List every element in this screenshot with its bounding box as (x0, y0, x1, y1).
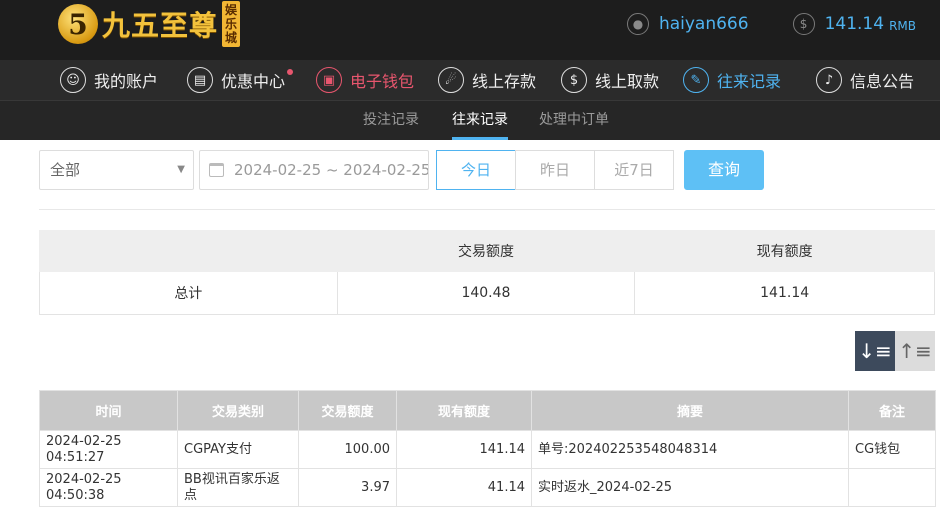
nav-label: 我的账户 (94, 72, 159, 91)
summary-header: 现有额度 (634, 230, 935, 272)
nav-label: 优惠中心 (221, 72, 286, 91)
chevron-down-icon: ▼ (177, 164, 185, 175)
summary-header (39, 230, 338, 272)
nav-announcements[interactable]: ♪ 信息公告 (816, 60, 914, 100)
tab-bet-records[interactable]: 投注记录 (363, 101, 419, 140)
type-select-value: 全部 (50, 161, 81, 179)
remark-cell (848, 468, 936, 507)
summary-text-cell: 实时返水_2024-02-25 (531, 468, 849, 507)
time-cell: 2024-02-25 04:51:27 (39, 430, 178, 469)
bell-icon: ♪ (816, 67, 842, 93)
withdraw-icon: $ (561, 67, 587, 93)
records-table: 时间 交易类别 交易额度 现有额度 摘要 备注 2024-02-25 04:51… (39, 390, 936, 507)
money-icon: $ (792, 13, 815, 35)
summary-cell: 141.14 (634, 271, 935, 315)
remark-cell: CG钱包 (848, 430, 936, 469)
nav-label: 线上存款 (472, 72, 537, 91)
currency: RMB (889, 19, 916, 33)
calendar-icon (209, 163, 224, 177)
nav-label: 信息公告 (850, 72, 915, 91)
query-button[interactable]: 查询 (684, 150, 764, 190)
logo-mark: 5 (58, 4, 98, 44)
deposit-icon: ☄ (438, 67, 464, 93)
logo-text: 九五至尊 (102, 9, 219, 42)
type-cell: CGPAY支付 (177, 430, 299, 469)
nav-e-wallet[interactable]: ▣ 电子钱包 (316, 60, 414, 100)
gift-icon: ▤ (187, 67, 213, 93)
nav-label: 线上取款 (595, 72, 660, 91)
nav-withdraw[interactable]: $ 线上取款 (561, 60, 659, 100)
date-range-input[interactable]: 2024-02-25 ~ 2024-02-25 (199, 150, 429, 190)
sort-asc-icon[interactable]: ↑≡ (895, 331, 935, 371)
column-header[interactable]: 现有额度 (396, 390, 532, 431)
quick-yesterday-button[interactable]: 昨日 (515, 150, 595, 190)
sort-desc-icon[interactable]: ↓≡ (855, 331, 895, 371)
column-header[interactable]: 时间 (39, 390, 178, 431)
logo-badge: 娱乐城 (222, 1, 241, 47)
summary-cell: 总计 (39, 271, 338, 315)
top-header: 5 九五至尊 娱乐城 ● haiyan666 $ 141.14 RMB (0, 0, 940, 60)
table-row: 2024-02-25 04:50:38 BB视讯百家乐返点 3.97 41.14… (39, 468, 936, 507)
quick-today-button[interactable]: 今日 (436, 150, 516, 190)
table-row: 2024-02-25 04:51:27 CGPAY支付 100.00 141.1… (39, 430, 936, 469)
summary-header: 交易额度 (336, 230, 636, 272)
balance-cell: 41.14 (396, 468, 532, 507)
type-select[interactable]: 全部 ▼ (39, 150, 194, 190)
user-icon: ☺ (60, 67, 86, 93)
nav-label: 电子钱包 (350, 72, 415, 91)
summary-cell: 140.48 (336, 271, 636, 315)
nav-records[interactable]: ✎ 往来记录 (683, 60, 781, 100)
column-header[interactable]: 摘要 (531, 390, 849, 431)
nav-label: 往来记录 (717, 72, 782, 91)
records-icon: ✎ (683, 67, 709, 93)
column-header[interactable]: 备注 (848, 390, 936, 431)
tab-transaction-records[interactable]: 往来记录 (452, 101, 508, 140)
summary-text-cell: 单号:202402253548048314 (531, 430, 849, 469)
amount-cell: 100.00 (298, 430, 397, 469)
tab-pending-orders[interactable]: 处理中订单 (539, 101, 609, 140)
notification-dot (287, 69, 294, 75)
balance: 141.14 (824, 14, 885, 34)
user-area: ● haiyan666 $ 141.14 RMB (626, 10, 916, 38)
wallet-icon: ▣ (316, 67, 342, 93)
amount-cell: 3.97 (298, 468, 397, 507)
sub-nav: 投注记录 往来记录 处理中订单 (0, 101, 940, 140)
main-nav: ☺ 我的账户 ▤ 优惠中心 ▣ 电子钱包 ☄ 线上存款 $ 线上取款 ✎ 往来记… (0, 60, 940, 101)
nav-my-account[interactable]: ☺ 我的账户 (60, 60, 158, 100)
time-cell: 2024-02-25 04:50:38 (39, 468, 178, 507)
summary-table: 交易额度 现有额度 总计 140.48 141.14 (39, 230, 935, 315)
column-header[interactable]: 交易额度 (298, 390, 397, 431)
balance-cell: 141.14 (396, 430, 532, 469)
username[interactable]: haiyan666 (659, 14, 749, 34)
user-icon: ● (626, 13, 649, 35)
type-cell: BB视讯百家乐返点 (177, 468, 299, 507)
site-logo[interactable]: 5 九五至尊 娱乐城 (58, 0, 241, 48)
quick-7days-button[interactable]: 近7日 (594, 150, 674, 190)
divider (39, 209, 935, 210)
nav-deposit[interactable]: ☄ 线上存款 (438, 60, 536, 100)
date-range-value: 2024-02-25 ~ 2024-02-25 (234, 161, 429, 179)
column-header[interactable]: 交易类别 (177, 390, 299, 431)
nav-promotions[interactable]: ▤ 优惠中心 (187, 60, 294, 100)
